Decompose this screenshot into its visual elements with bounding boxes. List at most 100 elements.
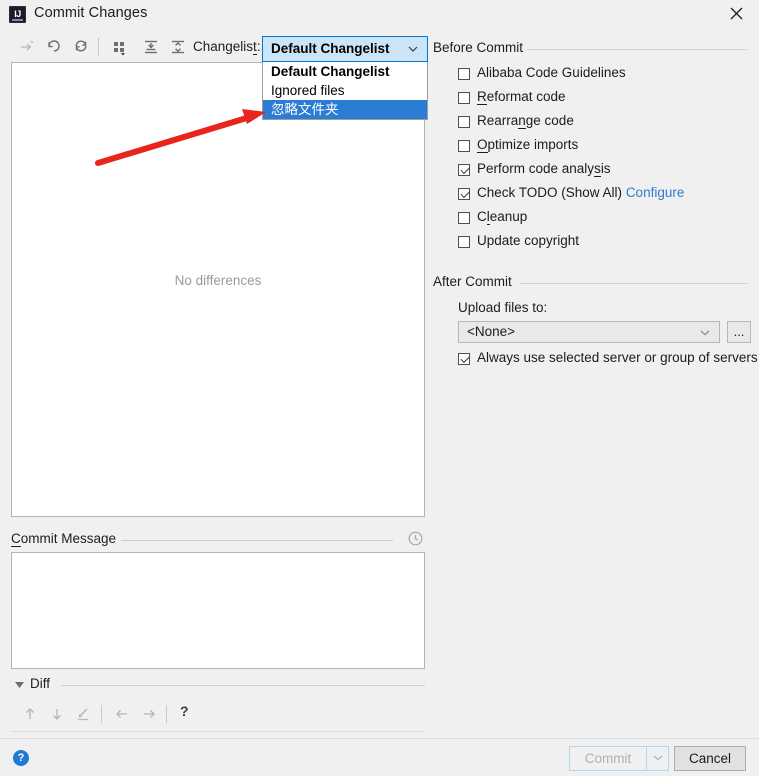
changelist-label: Changelist: (193, 39, 261, 55)
cancel-button[interactable]: Cancel (674, 746, 746, 771)
changelist-combo-value: Default Changelist (271, 41, 390, 56)
checkbox-alibaba-code-guidelines[interactable]: Alibaba Code Guidelines (433, 64, 753, 88)
close-icon (730, 7, 743, 20)
dialog-button-bar: ? Commit Cancel (0, 738, 759, 776)
upload-files-label: Upload files to: (458, 300, 548, 315)
checkbox-box[interactable] (458, 236, 470, 248)
checkbox-box[interactable] (458, 116, 470, 128)
changelist-dropdown-list[interactable]: Default Changelist Ignored files 忽略文件夹 (262, 62, 428, 120)
chevron-down-icon (653, 755, 663, 761)
checkbox-reformat-code[interactable]: Reformat code (433, 88, 753, 112)
checkbox-label: Rearrange code (477, 113, 574, 129)
checkbox-box[interactable] (458, 68, 470, 80)
apply-right-button[interactable] (136, 701, 162, 727)
window-title: Commit Changes (34, 5, 148, 21)
configure-link[interactable]: Configure (626, 185, 685, 200)
diff-bottom-rule (11, 731, 425, 732)
commit-message-box[interactable] (11, 552, 425, 669)
checkbox-box[interactable] (458, 164, 470, 176)
checkbox-label: Always use selected server or group of s… (477, 350, 758, 365)
commit-button[interactable]: Commit (569, 746, 647, 771)
next-difference-icon (53, 709, 61, 720)
diff-section-header[interactable]: Diff (11, 676, 425, 693)
diff-toolbar-separator-2 (166, 705, 167, 723)
group-by-icon (114, 42, 125, 56)
chevron-down-icon[interactable] (15, 682, 24, 688)
refresh-button[interactable] (68, 34, 94, 60)
checkbox-check-todo[interactable]: Check TODO (Show All) Configure (433, 184, 753, 208)
help-button[interactable]: ? (13, 750, 29, 766)
apply-right-icon (144, 710, 155, 718)
checkbox-perform-code-analysis[interactable]: Perform code analysis (433, 160, 753, 184)
checkbox-label: Perform code analysis (477, 161, 611, 177)
dropdown-item-default-changelist[interactable]: Default Changelist (263, 62, 427, 81)
after-commit-header: After Commit (433, 274, 753, 292)
changed-files-panel[interactable]: No differences (11, 62, 425, 517)
before-commit-rule (527, 49, 747, 50)
rollback-button[interactable] (41, 34, 67, 60)
commit-options-panel: Before Commit Alibaba Code Guidelines Re… (433, 40, 758, 373)
apply-left-button[interactable] (109, 701, 135, 727)
checkbox-rearrange-code[interactable]: Rearrange code (433, 112, 753, 136)
checkbox-box[interactable] (458, 92, 470, 104)
collapse-all-button[interactable] (165, 34, 191, 60)
commit-message-rule (121, 540, 393, 541)
dropdown-item-ignored-folder[interactable]: 忽略文件夹 (263, 100, 427, 119)
checkbox-box[interactable] (458, 140, 470, 152)
clock-icon[interactable] (408, 531, 423, 546)
checkbox-cleanup[interactable]: Cleanup (433, 208, 753, 232)
after-commit-section: After Commit Upload files to: <None> ...… (433, 274, 758, 373)
checkbox-box[interactable] (458, 188, 470, 200)
previous-difference-button[interactable] (17, 701, 43, 727)
checkbox-label: Reformat code (477, 89, 566, 105)
upload-target-row: <None> ... (433, 321, 753, 345)
dropdown-item-ignored-files[interactable]: Ignored files (263, 81, 427, 100)
previous-difference-icon (26, 708, 34, 719)
commit-message-header: Commit Message (11, 531, 425, 549)
diff-rule (61, 685, 425, 686)
checkbox-always-use-selected-server[interactable]: Always use selected server or group of s… (433, 349, 758, 373)
checkbox-box[interactable] (458, 353, 470, 365)
collapse-all-icon (172, 40, 184, 54)
apply-left-icon (116, 710, 127, 718)
close-button[interactable] (714, 0, 759, 29)
checkbox-label: Optimize imports (477, 137, 579, 153)
chevron-down-icon (700, 330, 710, 336)
upload-target-combo[interactable]: <None> (458, 321, 720, 343)
refresh-icon (75, 40, 87, 52)
diff-help-button[interactable]: ? (174, 701, 200, 727)
checkbox-label: Check TODO (Show All) Configure (477, 185, 684, 200)
chevron-down-icon (408, 46, 418, 52)
expand-all-icon (145, 40, 157, 54)
commit-message-label: Commit Message (11, 531, 117, 547)
diff-toolbar: ? (11, 701, 425, 731)
expand-all-button[interactable] (138, 34, 164, 60)
move-to-another-changelist-icon (21, 40, 34, 51)
before-commit-header: Before Commit (433, 40, 753, 58)
commit-message-input[interactable] (12, 553, 424, 668)
group-by-button[interactable] (107, 34, 133, 60)
edit-source-button[interactable] (71, 701, 97, 727)
commit-dropdown-button[interactable] (647, 746, 669, 771)
before-commit-title: Before Commit (433, 40, 524, 55)
upload-target-value: <None> (467, 324, 516, 339)
checkbox-label: Cleanup (477, 209, 528, 225)
checkbox-optimize-imports[interactable]: Optimize imports (433, 136, 753, 160)
checkbox-label: Alibaba Code Guidelines (477, 65, 626, 80)
move-to-another-changelist-button[interactable] (14, 34, 40, 60)
diff-toolbar-separator-1 (101, 705, 102, 723)
changelist-combo[interactable]: Default Changelist (262, 36, 428, 62)
app-icon: IJ (9, 6, 26, 23)
checkbox-label: Update copyright (477, 233, 580, 248)
browse-servers-button[interactable]: ... (727, 321, 751, 343)
toolbar-separator-1 (98, 38, 99, 56)
no-differences-message: No differences (174, 273, 262, 288)
next-difference-button[interactable] (44, 701, 70, 727)
title-bar: IJ Commit Changes (0, 0, 759, 29)
diff-label: Diff (30, 676, 51, 691)
checkbox-box[interactable] (458, 212, 470, 224)
edit-source-icon (78, 708, 88, 721)
after-commit-rule (519, 283, 747, 284)
checkbox-text: Check TODO (Show All) (477, 185, 623, 200)
checkbox-update-copyright[interactable]: Update copyright (433, 232, 753, 256)
